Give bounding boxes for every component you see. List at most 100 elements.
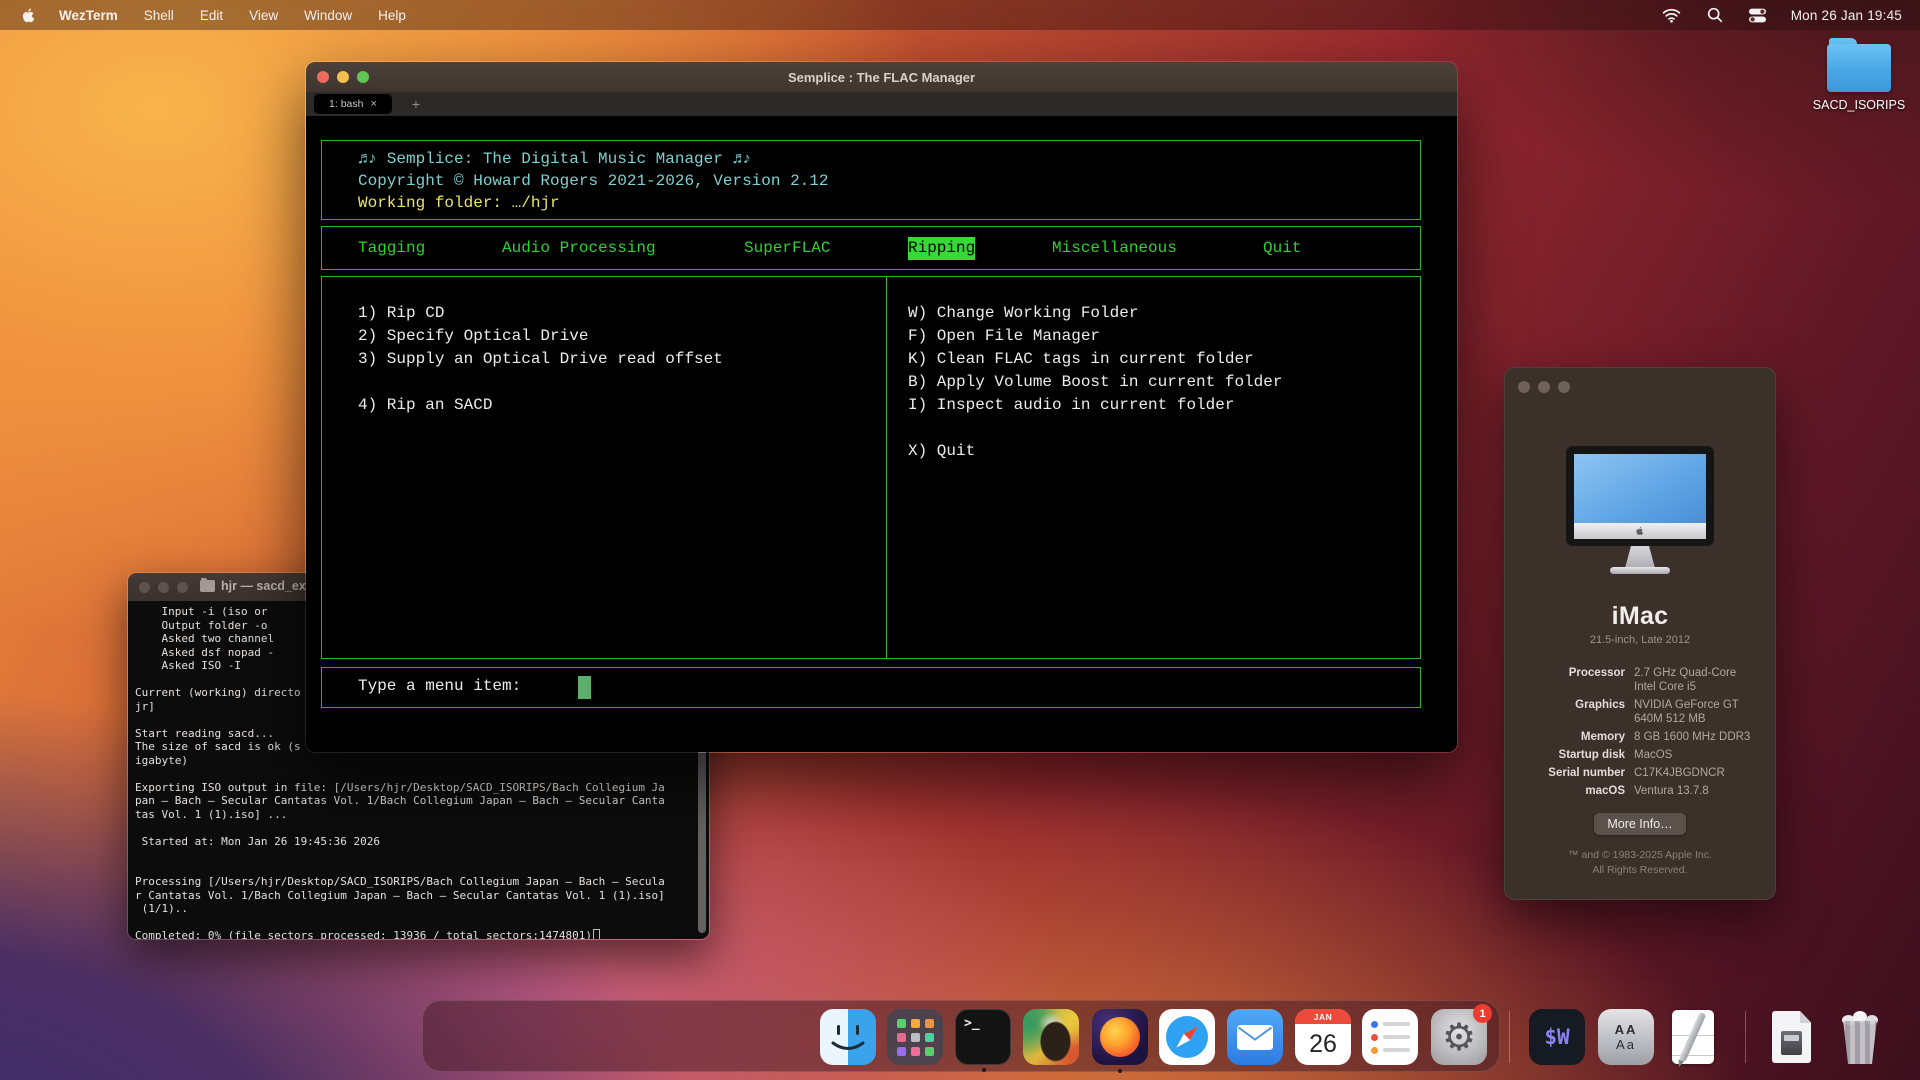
option-rip-sacd[interactable]: 4) Rip an SACD <box>358 394 492 417</box>
calendar-month: JAN <box>1295 1009 1351 1024</box>
menu-item-quit[interactable]: Quit <box>1263 237 1301 260</box>
zoom-button[interactable] <box>357 71 369 83</box>
dock-reminders-icon[interactable] <box>1362 1009 1418 1065</box>
apple-menu-icon[interactable] <box>0 0 46 30</box>
semplice-title-bar[interactable]: Semplice : The FLAC Manager <box>306 62 1457 92</box>
dock-textedit-icon[interactable] <box>1665 1009 1721 1065</box>
option-inspect-audio[interactable]: I) Inspect audio in current folder <box>908 394 1234 417</box>
app-title-line: ♬♪ Semplice: The Digital Music Manager ♬… <box>358 148 752 170</box>
option-rip-cd[interactable]: 1) Rip CD <box>358 302 444 325</box>
tui-menu-bar: Tagging Audio Processing SuperFLAC Rippi… <box>321 226 1421 270</box>
menu-item-audio-processing[interactable]: Audio Processing <box>502 237 656 260</box>
copyright-line: Copyright © Howard Rogers 2021-2026, Ver… <box>358 170 828 192</box>
close-button[interactable] <box>139 582 150 593</box>
more-info-button[interactable]: More Info… <box>1594 813 1685 835</box>
about-this-mac-window: iMac 21.5-inch, Late 2012 Processor 2.7 … <box>1504 367 1776 900</box>
minimize-button[interactable] <box>337 71 349 83</box>
tab-label: 1: bash <box>329 98 363 110</box>
dock-launchpad-icon[interactable] <box>887 1009 943 1065</box>
tui-main-box: 1) Rip CD 2) Specify Optical Drive 3) Su… <box>321 276 1421 659</box>
notification-badge: 1 <box>1473 1004 1492 1023</box>
semplice-window: Semplice : The FLAC Manager 1: bash × + … <box>305 61 1458 753</box>
dock-font-book-icon[interactable]: AA Aa <box>1598 1009 1654 1065</box>
semplice-tab-bar: 1: bash × + <box>306 92 1457 116</box>
dock-separator <box>1745 1011 1746 1063</box>
copyright-footer: ™ and © 1983-2025 Apple Inc. All Rights … <box>1568 848 1712 878</box>
zoom-button[interactable] <box>177 582 188 593</box>
spotlight-search-icon[interactable] <box>1698 7 1732 23</box>
option-quit[interactable]: X) Quit <box>908 440 975 463</box>
menu-window[interactable]: Window <box>291 0 365 30</box>
menu-item-miscellaneous[interactable]: Miscellaneous <box>1052 237 1177 260</box>
spec-value: 2.7 GHz Quad-Core Intel Core i5 <box>1634 666 1759 694</box>
new-tab-button[interactable]: + <box>406 94 426 114</box>
spec-label: Startup disk <box>1521 748 1625 762</box>
spec-value: C17K4JBGDNCR <box>1634 766 1759 780</box>
gear-icon: ⚙ <box>1442 1015 1476 1059</box>
dock-firefox-icon[interactable] <box>1092 1009 1148 1065</box>
desktop-folder-sacd-isorips[interactable]: SACD_ISORIPS <box>1814 36 1904 128</box>
mac-model-title: iMac <box>1612 602 1669 631</box>
desktop: WezTerm Shell Edit View Window Help Mon … <box>0 0 1920 1080</box>
dock-mail-icon[interactable] <box>1227 1009 1283 1065</box>
imac-illustration <box>1566 446 1714 588</box>
close-button[interactable] <box>1518 381 1530 393</box>
spec-label: Processor <box>1521 666 1625 694</box>
spec-label: Serial number <box>1521 766 1625 780</box>
menu-app-name[interactable]: WezTerm <box>46 0 131 30</box>
dock-disk-image-file-icon[interactable] <box>1763 1009 1819 1065</box>
option-clean-flac-tags[interactable]: K) Clean FLAC tags in current folder <box>908 348 1254 371</box>
drive-icon <box>1781 1031 1802 1055</box>
menu-edit[interactable]: Edit <box>187 0 236 30</box>
menu-item-tagging[interactable]: Tagging <box>358 237 425 260</box>
dock-separator <box>1509 1011 1510 1063</box>
minimize-button[interactable] <box>158 582 169 593</box>
desktop-folder-label: SACD_ISORIPS <box>1799 98 1919 112</box>
menu-item-superflac[interactable]: SuperFLAC <box>744 237 830 260</box>
option-specify-optical-drive[interactable]: 2) Specify Optical Drive <box>358 325 588 348</box>
spec-value: Ventura 13.7.8 <box>1634 784 1759 798</box>
dock-calendar-icon[interactable]: JAN 26 <box>1295 1009 1351 1065</box>
menu-bar-clock[interactable]: Mon 26 Jan 19:45 <box>1783 8 1902 23</box>
apple-logo-icon <box>1636 526 1644 536</box>
menu-item-ripping-active[interactable]: Ripping <box>908 237 975 260</box>
terminal-window-title: hjr — sacd_ext <box>221 579 310 593</box>
minimize-button[interactable] <box>1538 381 1550 393</box>
semplice-tui: ♬♪ Semplice: The Digital Music Manager ♬… <box>306 116 1457 753</box>
calendar-day: 26 <box>1295 1024 1351 1065</box>
option-change-working-folder[interactable]: W) Change Working Folder <box>908 302 1138 325</box>
menu-shell[interactable]: Shell <box>131 0 187 30</box>
option-open-file-manager[interactable]: F) Open File Manager <box>908 325 1100 348</box>
menu-bar: WezTerm Shell Edit View Window Help Mon … <box>0 0 1920 30</box>
spec-label: macOS <box>1521 784 1625 798</box>
mac-model-subtitle: 21.5-inch, Late 2012 <box>1590 634 1690 646</box>
prompt-label: Type a menu item: <box>358 677 521 695</box>
menu-view[interactable]: View <box>236 0 291 30</box>
dock-safari-icon[interactable] <box>1159 1009 1215 1065</box>
zoom-button[interactable] <box>1558 381 1570 393</box>
spec-label: Memory <box>1521 730 1625 744</box>
column-divider <box>886 277 887 658</box>
dock-trash-icon[interactable] <box>1832 1009 1888 1065</box>
prompt-cursor <box>578 676 591 699</box>
tui-prompt-box[interactable]: Type a menu item: <box>321 667 1421 708</box>
dock: >_ JAN 26 ⚙ 1 $W AA Aa <box>422 1000 1500 1072</box>
mac-specs-list: Processor 2.7 GHz Quad-Core Intel Core i… <box>1505 666 1775 798</box>
terminal-progress-line: Completed: 0% (file sectors processed: 1… <box>135 929 600 940</box>
dock-terminal-icon[interactable]: >_ <box>955 1009 1011 1065</box>
option-apply-volume-boost[interactable]: B) Apply Volume Boost in current folder <box>908 371 1282 394</box>
spec-value: 8 GB 1600 MHz DDR3 <box>1634 730 1759 744</box>
spec-value: NVIDIA GeForce GT 640M 512 MB <box>1634 698 1759 726</box>
dock-music-beethoven-icon[interactable] <box>1023 1009 1079 1065</box>
menu-help[interactable]: Help <box>365 0 419 30</box>
wifi-icon[interactable] <box>1653 8 1690 23</box>
control-center-icon[interactable] <box>1740 8 1775 23</box>
tab-close-icon[interactable]: × <box>371 98 377 110</box>
spec-value: MacOS <box>1634 748 1759 762</box>
close-button[interactable] <box>317 71 329 83</box>
dock-finder-icon[interactable] <box>820 1009 876 1065</box>
tab-bash[interactable]: 1: bash × <box>314 94 392 114</box>
option-supply-read-offset[interactable]: 3) Supply an Optical Drive read offset <box>358 348 723 371</box>
dock-system-settings-icon[interactable]: ⚙ 1 <box>1431 1009 1487 1065</box>
dock-wezterm-icon[interactable]: $W <box>1529 1009 1585 1065</box>
